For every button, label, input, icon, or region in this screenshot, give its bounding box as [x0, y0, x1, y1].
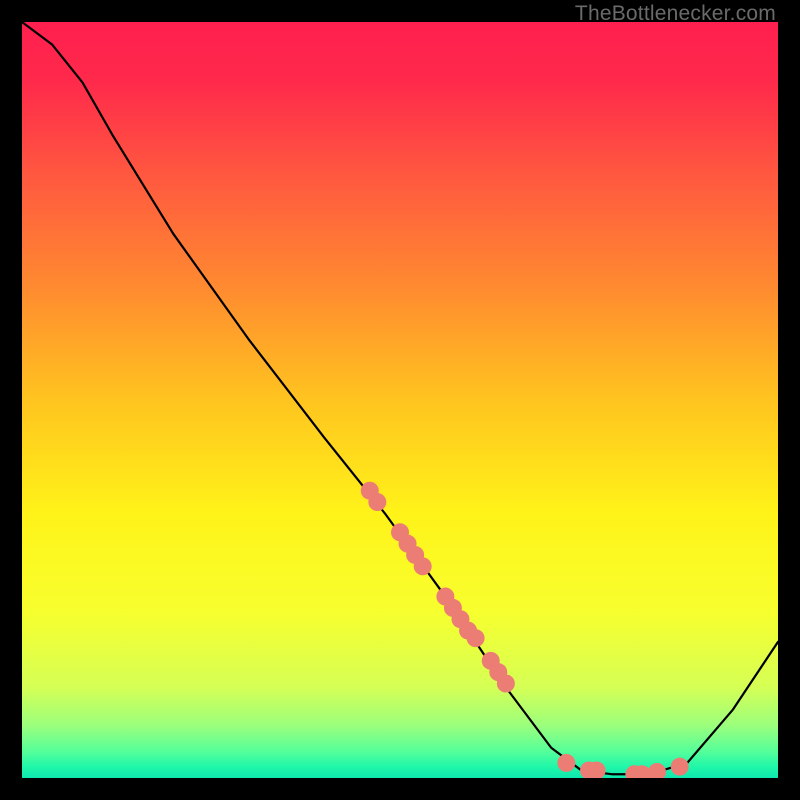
data-point: [557, 754, 575, 772]
chart-frame: [22, 22, 778, 778]
data-point: [414, 557, 432, 575]
chart-plot: [22, 22, 778, 778]
data-point: [497, 675, 515, 693]
data-point: [671, 758, 689, 776]
data-point: [368, 493, 386, 511]
data-point: [467, 629, 485, 647]
chart-background: [22, 22, 778, 778]
